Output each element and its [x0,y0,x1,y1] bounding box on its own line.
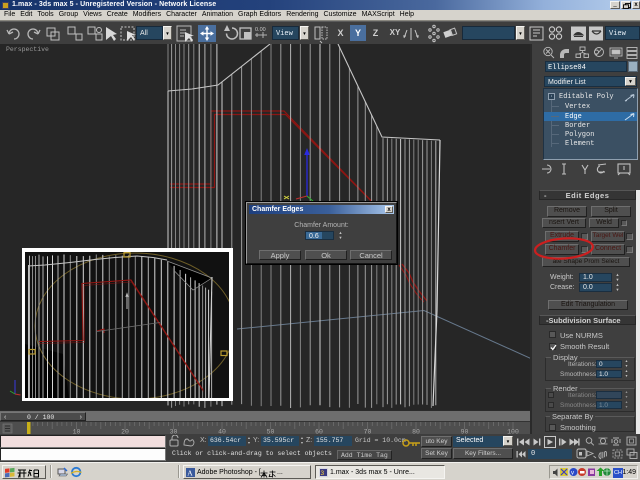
svg-text:A: A [187,469,193,478]
svg-text:0.00: 0.00 [255,27,266,33]
svg-text:3: 3 [321,470,325,477]
svg-text:v: v [571,471,574,477]
